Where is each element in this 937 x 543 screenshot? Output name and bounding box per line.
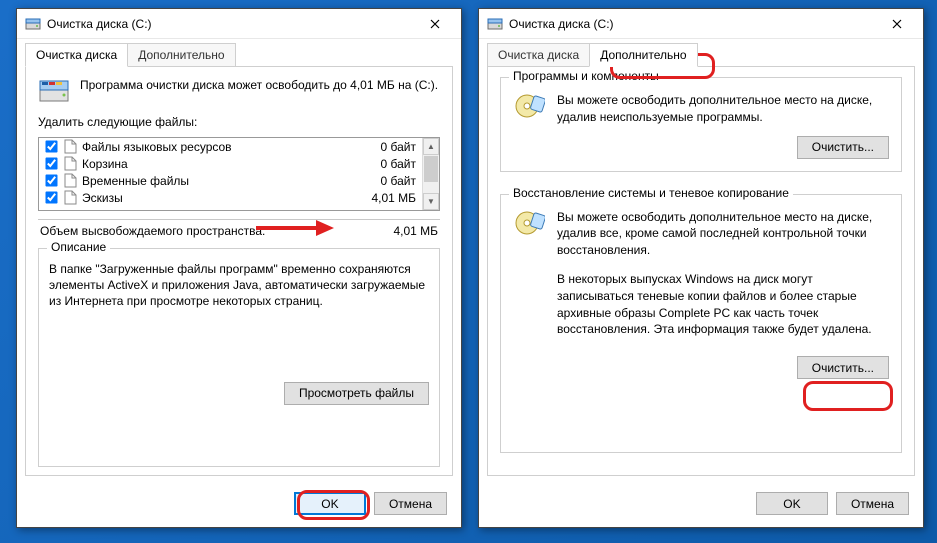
dialog-buttons: OK Отмена — [479, 484, 923, 527]
titlebar: Очистка диска (C:) — [17, 9, 461, 39]
file-icon — [64, 156, 77, 171]
restore-text-2: В некоторых выпусках Windows на диск мог… — [557, 271, 889, 338]
intro-row: Программа очистки диска может освободить… — [38, 77, 440, 105]
file-size: 0 байт — [348, 157, 418, 171]
tab-advanced[interactable]: Дополнительно — [127, 43, 235, 67]
cancel-button[interactable]: Отмена — [836, 492, 909, 515]
tab-pane-cleanup: Программа очистки диска может освободить… — [25, 66, 453, 476]
list-item[interactable]: Эскизы4,01 МБ — [39, 189, 422, 206]
programs-icon — [513, 92, 545, 120]
close-button[interactable] — [415, 10, 455, 38]
total-row: Объем высвобождаемого пространства: 4,01… — [38, 219, 440, 240]
drive-large-icon — [38, 77, 70, 105]
file-icon — [64, 190, 77, 205]
files-listbox[interactable]: Файлы языковых ресурсов0 байтКорзина0 ба… — [38, 137, 440, 211]
close-button[interactable] — [877, 10, 917, 38]
file-checkbox[interactable] — [45, 191, 57, 203]
description-legend: Описание — [47, 240, 110, 254]
files-label: Удалить следующие файлы: — [38, 115, 440, 129]
total-label: Объем высвобождаемого пространства: — [40, 224, 265, 238]
scrollbar[interactable]: ▲ ▼ — [422, 138, 439, 210]
view-files-button[interactable]: Просмотреть файлы — [284, 382, 429, 405]
file-checkbox[interactable] — [45, 174, 57, 186]
window-title: Очистка диска (C:) — [47, 17, 415, 31]
tab-strip: Очистка диска Дополнительно — [479, 39, 923, 66]
list-item[interactable]: Временные файлы0 байт — [39, 172, 422, 189]
disk-cleanup-dialog-left: Очистка диска (C:) Очистка диска Дополни… — [16, 8, 462, 528]
file-name: Корзина — [82, 157, 348, 171]
file-size: 4,01 МБ — [348, 191, 418, 205]
tab-strip: Очистка диска Дополнительно — [17, 39, 461, 66]
file-icon — [64, 139, 77, 154]
programs-text: Вы можете освободить дополнительное мест… — [557, 92, 889, 126]
description-group: Описание В папке "Загруженные файлы прог… — [38, 248, 440, 467]
titlebar: Очистка диска (C:) — [479, 9, 923, 39]
tab-cleanup[interactable]: Очистка диска — [25, 43, 128, 67]
dialog-buttons: OK Отмена — [17, 484, 461, 527]
ok-button[interactable]: OK — [756, 492, 828, 515]
cancel-button[interactable]: Отмена — [374, 492, 447, 515]
restore-group: Восстановление системы и теневое копиров… — [500, 194, 902, 453]
restore-text-1: Вы можете освободить дополнительное мест… — [557, 209, 889, 259]
restore-legend: Восстановление системы и теневое копиров… — [509, 186, 793, 200]
file-checkbox[interactable] — [45, 140, 57, 152]
tab-cleanup[interactable]: Очистка диска — [487, 43, 590, 67]
intro-text: Программа очистки диска может освободить… — [80, 77, 438, 93]
programs-legend: Программы и компоненты — [509, 69, 663, 83]
tab-advanced[interactable]: Дополнительно — [589, 43, 697, 67]
description-text: В папке "Загруженные файлы программ" вре… — [49, 261, 429, 310]
total-value: 4,01 МБ — [393, 224, 438, 238]
list-item[interactable]: Корзина0 байт — [39, 155, 422, 172]
scroll-thumb[interactable] — [424, 156, 438, 182]
file-size: 0 байт — [348, 140, 418, 154]
restore-icon — [513, 209, 545, 237]
clean-restore-button[interactable]: Очистить... — [797, 356, 889, 379]
drive-icon — [487, 16, 503, 32]
window-title: Очистка диска (C:) — [509, 17, 877, 31]
file-size: 0 байт — [348, 174, 418, 188]
drive-icon — [25, 16, 41, 32]
ok-button[interactable]: OK — [294, 492, 366, 515]
disk-cleanup-dialog-right: Очистка диска (C:) Очистка диска Дополни… — [478, 8, 924, 528]
scroll-down-icon[interactable]: ▼ — [423, 193, 439, 210]
file-name: Эскизы — [82, 191, 348, 205]
file-icon — [64, 173, 77, 188]
clean-programs-button[interactable]: Очистить... — [797, 136, 889, 159]
scroll-up-icon[interactable]: ▲ — [423, 138, 439, 155]
file-name: Файлы языковых ресурсов — [82, 140, 348, 154]
file-name: Временные файлы — [82, 174, 348, 188]
list-item[interactable]: Файлы языковых ресурсов0 байт — [39, 138, 422, 155]
tab-pane-advanced: Программы и компоненты Вы можете освобод… — [487, 66, 915, 476]
programs-group: Программы и компоненты Вы можете освобод… — [500, 77, 902, 172]
file-checkbox[interactable] — [45, 157, 57, 169]
